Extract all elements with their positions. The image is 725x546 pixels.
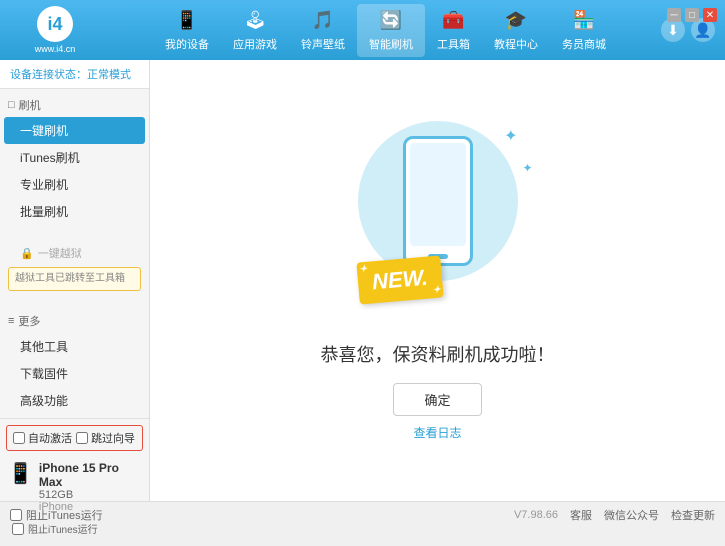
footer-right: V7.98.66 客服 微信公众号 检查更新 (514, 507, 715, 523)
device-storage: 512GB (39, 489, 141, 501)
device-name: iPhone 15 Pro Max (39, 461, 141, 489)
success-text: 恭喜您，保资料刷机成功啦！ (321, 341, 555, 367)
nav-smart-flash-label: 智能刷机 (369, 36, 413, 52)
block-itunes-checkbox[interactable] (12, 523, 24, 535)
logo-text: www.i4.cn (35, 44, 76, 54)
footer-version: V7.98.66 (514, 509, 558, 521)
jailbreak-disabled: 🔒 一键越狱 (0, 241, 149, 265)
confirm-button[interactable]: 确定 (393, 383, 481, 416)
status-label: 设备连接状态： (10, 69, 87, 81)
auto-activate-label[interactable]: 自动激活 (13, 430, 72, 446)
sparkle2-icon: ✦ (522, 161, 532, 175)
nav-tutorials[interactable]: 🎓 教程中心 (482, 4, 550, 57)
auto-activate-checkbox[interactable] (13, 432, 25, 444)
auto-activate-text: 自动激活 (28, 430, 72, 446)
footer-check-update[interactable]: 检查更新 (671, 507, 715, 523)
nav-tutorials-label: 教程中心 (494, 36, 538, 52)
sparkle1-icon: ✦ (504, 126, 517, 146)
phone-illustration: NEW. ✦ ✦ (348, 121, 528, 321)
auto-actions-panel: 自动激活 跳过向导 (6, 425, 143, 451)
nav-services-label: 务员商城 (562, 36, 606, 52)
nav-toolbox-label: 工具箱 (437, 36, 470, 52)
lock-icon: 🔒 (20, 247, 34, 260)
sidebar-item-advanced[interactable]: 高级功能 (0, 387, 149, 414)
flash-section-icon: □ (8, 99, 15, 111)
nav-toolbox[interactable]: 🧰 工具箱 (425, 4, 482, 57)
nav-ringtones-label: 铃声壁纸 (301, 36, 345, 52)
jailbreak-section: 🔒 一键越狱 越狱工具已跳转至工具箱 (0, 237, 149, 297)
sidebar-item-one-click-flash[interactable]: 一键刷机 (4, 117, 145, 144)
skip-guide-label[interactable]: 跳过向导 (76, 430, 135, 446)
phone-body (403, 136, 473, 266)
sidebar-item-batch-flash[interactable]: 批量刷机 (0, 198, 149, 225)
logo: i4 www.i4.cn (10, 6, 100, 54)
maximize-button[interactable]: □ (685, 8, 699, 22)
more-section: ≡ 更多 其他工具 下载固件 高级功能 (0, 305, 149, 418)
sidebar-item-pro-flash[interactable]: 专业刷机 (0, 171, 149, 198)
nav-services[interactable]: 🏪 务员商城 (550, 4, 618, 57)
jailbreak-label: 一键越狱 (38, 245, 82, 261)
logo-icon: i4 (37, 6, 73, 42)
smart-flash-icon: 🔄 (379, 9, 403, 33)
nav-items: 📱 我的设备 🕹 应用游戏 🎵 铃声壁纸 🔄 智能刷机 🧰 工具箱 🎓 教程中心… (110, 4, 661, 57)
sidebar-status: 设备连接状态：正常模式 (0, 60, 149, 89)
nav-my-device-label: 我的设备 (165, 36, 209, 52)
footer-help[interactable]: 客服 (570, 507, 592, 523)
services-icon: 🏪 (572, 9, 596, 33)
more-section-label: 更多 (18, 313, 40, 329)
more-section-header: ≡ 更多 (0, 309, 149, 333)
skip-guide-text: 跳过向导 (91, 430, 135, 446)
nav-apps-games-label: 应用游戏 (233, 36, 277, 52)
flash-section: □ 刷机 一键刷机 iTunes刷机 专业刷机 批量刷机 (0, 89, 149, 229)
log-link[interactable]: 查看日志 (413, 424, 461, 441)
close-button[interactable]: ✕ (703, 8, 717, 22)
flash-section-label: 刷机 (19, 97, 41, 113)
sidebar: 设备连接状态：正常模式 □ 刷机 一键刷机 iTunes刷机 专业刷机 批量刷机… (0, 60, 150, 501)
footer-left: 阻止iTunes运行 (10, 507, 103, 523)
main-container: 设备连接状态：正常模式 □ 刷机 一键刷机 iTunes刷机 专业刷机 批量刷机… (0, 60, 725, 501)
footer-wechat[interactable]: 微信公众号 (604, 507, 659, 523)
ringtones-icon: 🎵 (311, 9, 335, 33)
device-details: iPhone 15 Pro Max 512GB iPhone (39, 461, 141, 513)
skip-guide-checkbox[interactable] (76, 432, 88, 444)
phone-screen (410, 143, 466, 246)
header: i4 www.i4.cn 📱 我的设备 🕹 应用游戏 🎵 铃声壁纸 🔄 智能刷机… (0, 0, 725, 60)
sidebar-item-other-tools[interactable]: 其他工具 (0, 333, 149, 360)
toolbox-icon: 🧰 (442, 9, 466, 33)
status-value: 正常模式 (87, 69, 131, 81)
new-badge: NEW. (356, 255, 443, 304)
sidebar-item-itunes-flash[interactable]: iTunes刷机 (0, 144, 149, 171)
nav-apps-games[interactable]: 🕹 应用游戏 (221, 4, 289, 57)
more-section-icon: ≡ (8, 315, 14, 327)
nav-ringtones[interactable]: 🎵 铃声壁纸 (289, 4, 357, 57)
block-itunes-label: 阻止iTunes运行 (28, 521, 98, 536)
flash-section-header: □ 刷机 (0, 93, 149, 117)
nav-my-device[interactable]: 📱 我的设备 (153, 4, 221, 57)
nav-smart-flash[interactable]: 🔄 智能刷机 (357, 4, 425, 57)
window-controls: ─ □ ✕ (667, 8, 717, 22)
main-content: NEW. ✦ ✦ 恭喜您，保资料刷机成功啦！ 确定 查看日志 (150, 60, 725, 501)
minimize-button[interactable]: ─ (667, 8, 681, 22)
footer-checkbox[interactable] (10, 509, 22, 521)
my-device-icon: 📱 (175, 9, 199, 33)
footer-itunes-label: 阻止iTunes运行 (26, 507, 103, 523)
jailbreak-msg: 越狱工具已跳转至工具箱 (8, 267, 141, 291)
device-phone-icon: 📱 (8, 461, 33, 486)
sidebar-item-download-firmware[interactable]: 下载固件 (0, 360, 149, 387)
tutorials-icon: 🎓 (504, 9, 528, 33)
apps-games-icon: 🕹 (243, 9, 267, 33)
